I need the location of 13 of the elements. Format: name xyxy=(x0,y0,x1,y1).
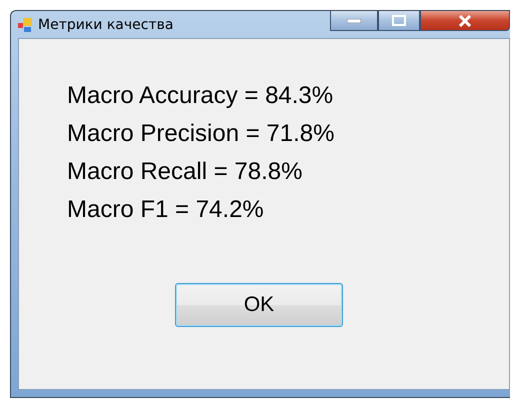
metric-text: Macro F1 = 74.2% xyxy=(67,195,265,225)
metric-text: Macro Precision = 71.8% xyxy=(67,119,336,149)
window-title: Метрики качества xyxy=(38,16,174,32)
ok-button[interactable]: OK xyxy=(175,283,343,327)
minimize-icon xyxy=(347,18,361,22)
app-icon xyxy=(18,18,32,32)
maximize-icon xyxy=(392,15,406,26)
close-icon xyxy=(458,14,472,26)
metric-text: Macro Recall = 78.8% xyxy=(67,157,304,187)
minimize-button[interactable] xyxy=(330,11,378,31)
close-button[interactable] xyxy=(420,11,510,31)
metric-text: Macro Accuracy = 84.3% xyxy=(67,81,334,111)
maximize-button[interactable] xyxy=(378,11,420,31)
